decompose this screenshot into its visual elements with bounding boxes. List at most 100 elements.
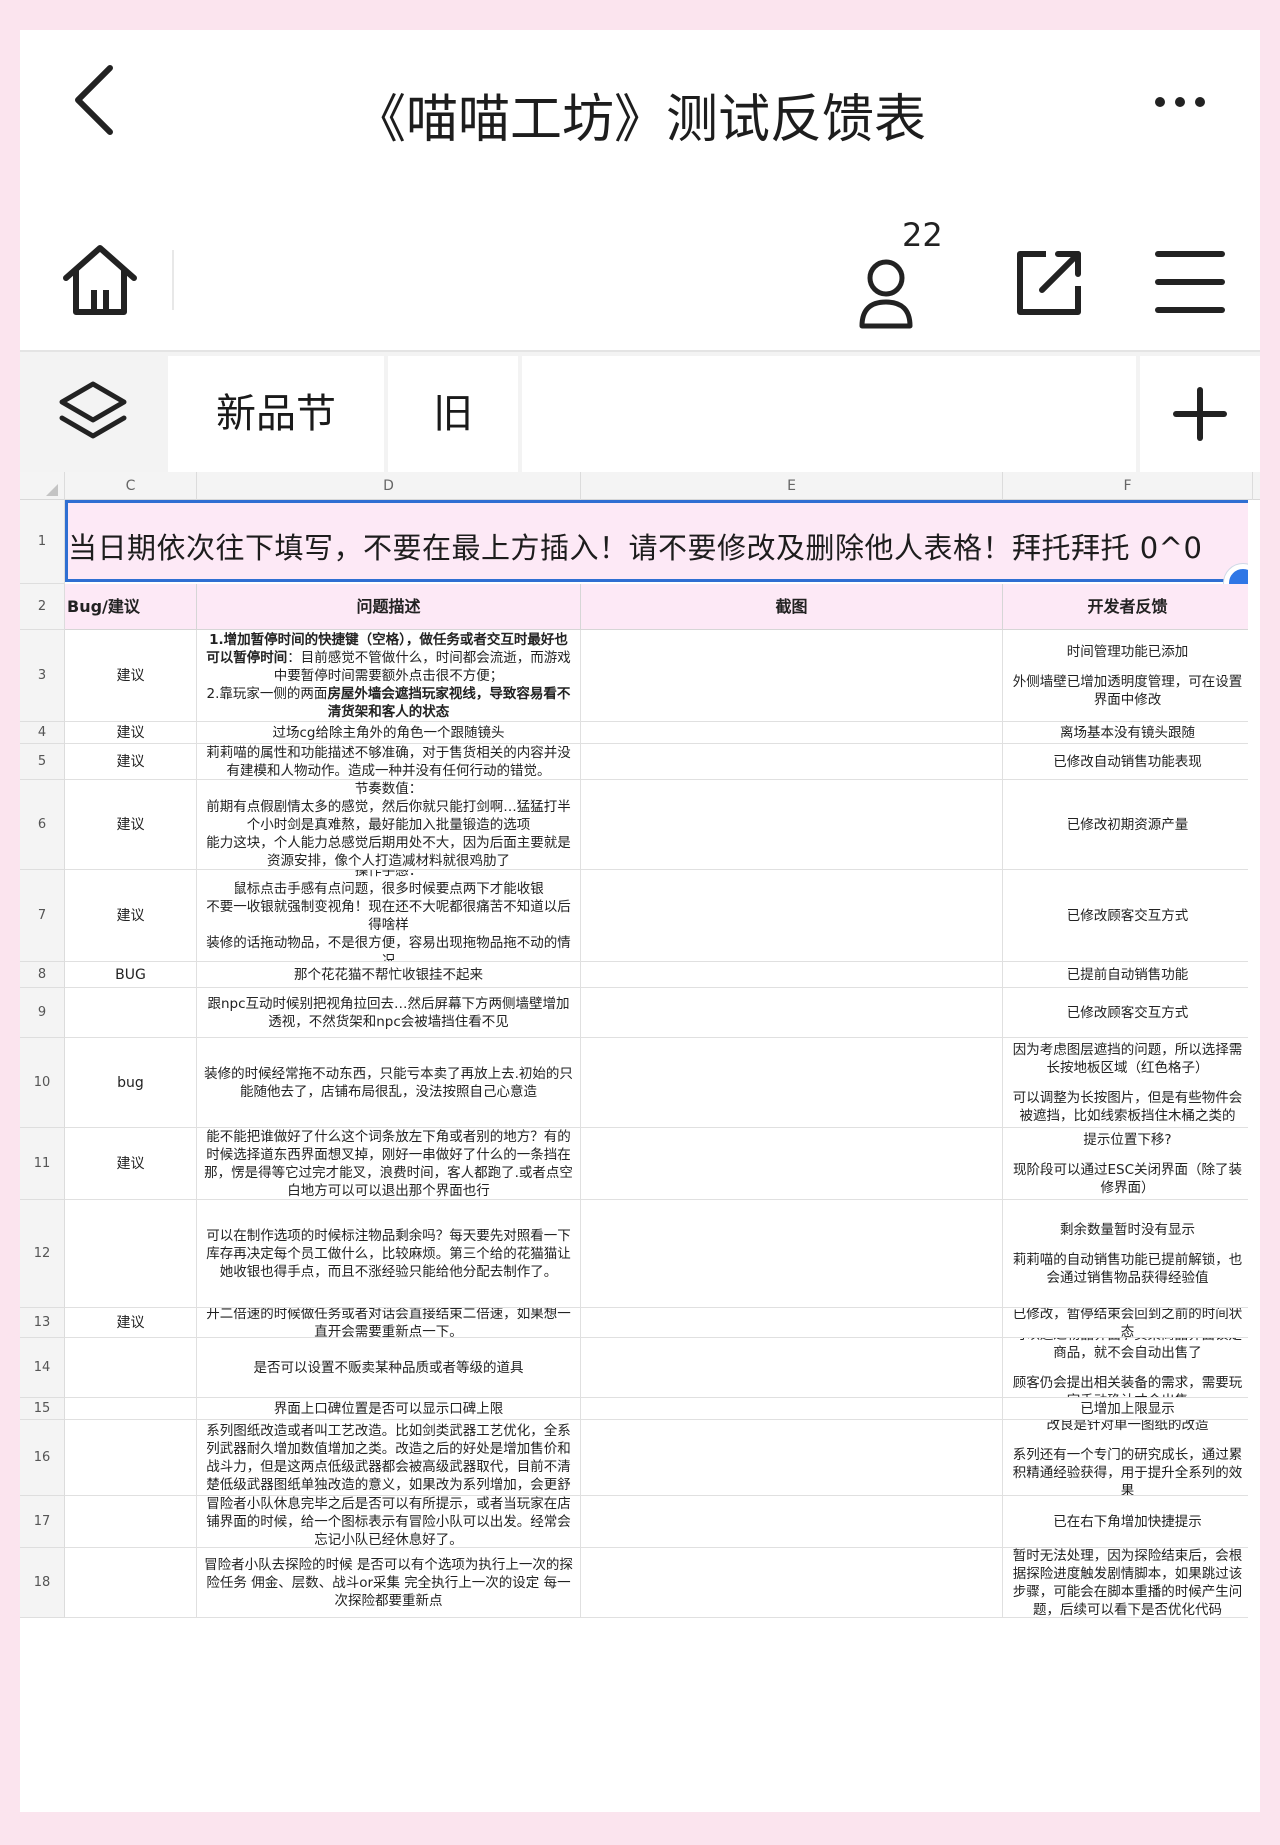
cell-developer-feedback[interactable]: 可以通过物品界面 / 货架商品界面锁定商品，就不会自动出售了顾客仍会提出相关装备… bbox=[1003, 1338, 1253, 1398]
cell-description[interactable]: 操作手感： 鼠标点击手感有点问题，很多时候要点两下才能收银 不要一收银就强制变视角！… bbox=[197, 870, 581, 962]
cell-screenshot[interactable] bbox=[581, 630, 1003, 722]
cell-description[interactable]: 1.增加暂停时间的快捷键（空格），做任务或者交互时最好也可以暂停时间：目前感觉不… bbox=[197, 630, 581, 722]
header-description[interactable]: 问题描述 bbox=[197, 584, 581, 630]
row-number[interactable]: 9 bbox=[20, 988, 65, 1038]
cell-description[interactable]: 节奏数值： 前期有点假剧情太多的感觉，然后你就只能打剑啊…猛猛打半个小时剑是真难熬… bbox=[197, 780, 581, 870]
cell-screenshot[interactable] bbox=[581, 722, 1003, 744]
cell-type[interactable] bbox=[65, 1200, 197, 1308]
cell-screenshot[interactable] bbox=[581, 1200, 1003, 1308]
cell-description[interactable]: 关于图纸改造。是否可以考虑将图纸改造从单独图纸改造改为系列图纸改造或者叫工艺改造… bbox=[197, 1420, 581, 1496]
cell-developer-feedback[interactable]: 离场基本没有镜头跟随 bbox=[1003, 722, 1253, 744]
row-number[interactable]: 1 bbox=[20, 500, 65, 584]
cell-screenshot[interactable] bbox=[581, 988, 1003, 1038]
cell-type[interactable]: 建议 bbox=[65, 744, 197, 780]
cell-developer-feedback[interactable]: 时间管理功能已添加 外侧墙壁已增加透明度管理，可在设置界面中修改 bbox=[1003, 630, 1253, 722]
row-number[interactable]: 14 bbox=[20, 1338, 65, 1398]
back-button[interactable] bbox=[60, 60, 140, 140]
tab-新品节[interactable]: 新品节 bbox=[168, 356, 384, 472]
row-number[interactable]: 8 bbox=[20, 962, 65, 988]
cell-type[interactable] bbox=[65, 988, 197, 1038]
cell-screenshot[interactable] bbox=[581, 870, 1003, 962]
add-sheet-button[interactable] bbox=[1140, 356, 1260, 472]
row-number[interactable]: 6 bbox=[20, 780, 65, 870]
cell-type[interactable] bbox=[65, 1338, 197, 1398]
cell-developer-feedback[interactable]: 已修改，暂停结束会回到之前的时间状态 bbox=[1003, 1308, 1253, 1338]
column-header-c[interactable]: C bbox=[65, 472, 197, 500]
cell-description[interactable]: 那个花花猫不帮忙收银挂不起来 bbox=[197, 962, 581, 988]
row-number[interactable]: 4 bbox=[20, 722, 65, 744]
row-number[interactable]: 3 bbox=[20, 630, 65, 722]
cell-screenshot[interactable] bbox=[581, 962, 1003, 988]
cell-developer-feedback[interactable]: 提示位置下移? 现阶段可以通过ESC关闭界面（除了装修界面） bbox=[1003, 1128, 1253, 1200]
cell-description[interactable]: 开二倍速的时候做任务或者对话会直接结束二倍速，如果想一直开会需要重新点一下。 bbox=[197, 1308, 581, 1338]
cell-developer-feedback[interactable]: 因为考虑图层遮挡的问题，所以选择需长按地板区域（红色格子） 可以调整为长按图片，但… bbox=[1003, 1038, 1253, 1128]
cell-screenshot[interactable] bbox=[581, 1420, 1003, 1496]
row-number[interactable]: 15 bbox=[20, 1398, 65, 1420]
cell-type[interactable]: BUG bbox=[65, 962, 197, 988]
column-header-e[interactable]: E bbox=[581, 472, 1003, 500]
cell-description[interactable]: 冒险者小队去探险的时候 是否可以有个选项为执行上一次的探险任务 佣金、层数、战斗… bbox=[197, 1548, 581, 1618]
cell-developer-feedback[interactable]: 剩余数量暂时没有显示 莉莉喵的自动销售功能已提前解锁，也会通过销售物品获得经验值 bbox=[1003, 1200, 1253, 1308]
row-number[interactable]: 17 bbox=[20, 1496, 65, 1548]
cell-type[interactable] bbox=[65, 1420, 197, 1496]
cell-developer-feedback[interactable]: 改良是针对单一图纸的改造 系列还有一个专门的研究成长，通过累积精通经验获得，用于提… bbox=[1003, 1420, 1253, 1496]
column-header-d[interactable]: D bbox=[197, 472, 581, 500]
spreadsheet-grid[interactable]: C D E F 1 当日期依次往下填写，不要在最上方插入！请不要修改及删除他人表… bbox=[20, 472, 1260, 1812]
cell-type[interactable]: 建议 bbox=[65, 1308, 197, 1338]
cell-type[interactable]: 建议 bbox=[65, 630, 197, 722]
header-screenshot[interactable]: 截图 bbox=[581, 584, 1003, 630]
cell-screenshot[interactable] bbox=[581, 1308, 1003, 1338]
row-number[interactable]: 12 bbox=[20, 1200, 65, 1308]
cell-type[interactable] bbox=[65, 1496, 197, 1548]
select-all-corner[interactable] bbox=[20, 472, 65, 500]
cell-developer-feedback[interactable]: 已在右下角增加快捷提示 bbox=[1003, 1496, 1253, 1548]
cell-type[interactable]: 建议 bbox=[65, 870, 197, 962]
menu-button[interactable] bbox=[1150, 244, 1230, 320]
cell-type[interactable]: 建议 bbox=[65, 722, 197, 744]
cell-type[interactable]: 建议 bbox=[65, 1128, 197, 1200]
cell-screenshot[interactable] bbox=[581, 1338, 1003, 1398]
row-number[interactable]: 11 bbox=[20, 1128, 65, 1200]
cell-type[interactable]: 建议 bbox=[65, 780, 197, 870]
cell-description[interactable]: 可以在制作选项的时候标注物品剩余吗？每天要先对照看一下库存再决定每个员工做什么，… bbox=[197, 1200, 581, 1308]
cell-screenshot[interactable] bbox=[581, 1496, 1003, 1548]
cell-screenshot[interactable] bbox=[581, 1128, 1003, 1200]
column-header-f[interactable]: F bbox=[1003, 472, 1253, 500]
cell-description[interactable]: 过场cg给除主角外的角色一个跟随镜头 bbox=[197, 722, 581, 744]
row-number[interactable]: 18 bbox=[20, 1548, 65, 1618]
cell-type[interactable]: bug bbox=[65, 1038, 197, 1128]
home-button[interactable] bbox=[60, 240, 140, 320]
notice-banner-cell[interactable]: 当日期依次往下填写，不要在最上方插入！请不要修改及删除他人表格！拜托拜托 0^0 bbox=[65, 500, 1260, 582]
row-number[interactable]: 13 bbox=[20, 1308, 65, 1338]
cell-developer-feedback[interactable]: 暂时无法处理，因为探险结束后，会根据探险进度触发剧情脚本，如果跳过该步骤，可能会… bbox=[1003, 1548, 1253, 1618]
cell-type[interactable] bbox=[65, 1398, 197, 1420]
cell-developer-feedback[interactable]: 已增加上限显示 bbox=[1003, 1398, 1253, 1420]
row-number[interactable]: 2 bbox=[20, 584, 65, 630]
share-button[interactable] bbox=[1010, 242, 1090, 322]
cell-description[interactable]: 冒险者小队休息完毕之后是否可以有所提示，或者当玩家在店铺界面的时候，给一个图标表… bbox=[197, 1496, 581, 1548]
cell-screenshot[interactable] bbox=[581, 1398, 1003, 1420]
cell-type[interactable] bbox=[65, 1548, 197, 1618]
cell-screenshot[interactable] bbox=[581, 780, 1003, 870]
cell-developer-feedback[interactable]: 已修改初期资源产量 bbox=[1003, 780, 1253, 870]
cell-developer-feedback[interactable]: 已提前自动销售功能 bbox=[1003, 962, 1253, 988]
cell-description[interactable]: 界面上口碑位置是否可以显示口碑上限 bbox=[197, 1398, 581, 1420]
cell-screenshot[interactable] bbox=[581, 744, 1003, 780]
cell-developer-feedback[interactable]: 已修改自动销售功能表现 bbox=[1003, 744, 1253, 780]
cell-screenshot[interactable] bbox=[581, 1548, 1003, 1618]
sheet-list-button[interactable] bbox=[20, 352, 166, 472]
cell-developer-feedback[interactable]: 已修改顾客交互方式 bbox=[1003, 988, 1253, 1038]
header-developer-feedback[interactable]: 开发者反馈 bbox=[1003, 584, 1253, 630]
header-type[interactable]: Bug/建议 bbox=[65, 584, 197, 630]
more-options-button[interactable] bbox=[1140, 82, 1220, 122]
tab-旧[interactable]: 旧 bbox=[388, 356, 518, 472]
cell-description[interactable]: 能不能把谁做好了什么这个词条放左下角或者别的地方？有的时候选择道东西界面想叉掉，… bbox=[197, 1128, 581, 1200]
row-number[interactable]: 7 bbox=[20, 870, 65, 962]
row-number[interactable]: 16 bbox=[20, 1420, 65, 1496]
cell-description[interactable]: 跟npc互动时候别把视角拉回去…然后屏幕下方两侧墙壁增加透视，不然货架和npc会… bbox=[197, 988, 581, 1038]
cell-description[interactable]: 装修的时候经常拖不动东西，只能亏本卖了再放上去.初始的只能随他去了，店铺布局很乱… bbox=[197, 1038, 581, 1128]
row-number[interactable]: 10 bbox=[20, 1038, 65, 1128]
cell-description[interactable]: 是否可以设置不贩卖某种品质或者等级的道具 bbox=[197, 1338, 581, 1398]
cell-description[interactable]: 莉莉喵的属性和功能描述不够准确，对于售货相关的内容并没有建模和人物动作。造成一种… bbox=[197, 744, 581, 780]
row-number[interactable]: 5 bbox=[20, 744, 65, 780]
